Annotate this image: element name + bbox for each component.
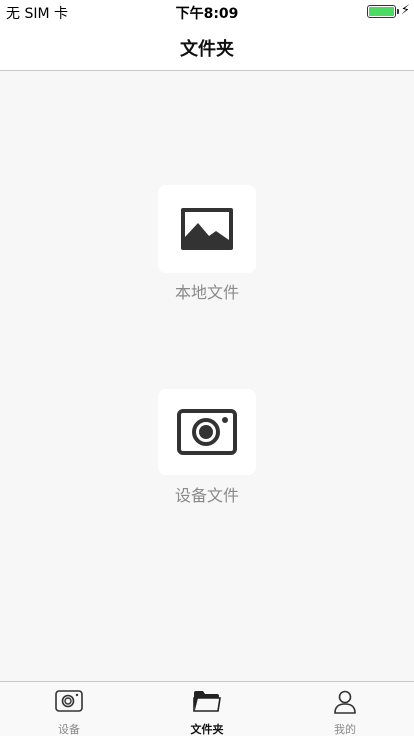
battery-level (369, 7, 394, 16)
status-time: 下午8:09 (175, 6, 239, 22)
tab-folder-label: 文件夹 (190, 723, 224, 736)
device-files-label: 设备文件 (174, 486, 239, 505)
bolt-icon: ⚡ (400, 3, 410, 18)
device-files-button[interactable] (158, 389, 256, 475)
tab-bar: 设备 文件夹 我的 (0, 681, 414, 736)
tab-mine[interactable]: 我的 (276, 682, 414, 736)
tab-mine-label: 我的 (334, 723, 356, 736)
tab-folder[interactable]: 文件夹 (138, 682, 276, 736)
status-bar: 无 SIM 卡 下午8:09 ⚡ (0, 0, 414, 24)
tab-device-label: 设备 (58, 723, 80, 736)
screen: 无 SIM 卡 下午8:09 ⚡ 文件夹 本地文件 设备文件 设备 文件夹 我的 (0, 0, 414, 736)
battery-cap (397, 9, 399, 14)
tab-device[interactable]: 设备 (0, 682, 138, 736)
camera-icon (177, 409, 237, 455)
local-files-label: 本地文件 (174, 283, 239, 302)
battery-icon (367, 5, 396, 18)
local-files-button[interactable] (158, 185, 256, 273)
navigation-bar: 文件夹 (0, 24, 414, 71)
image-icon (181, 208, 233, 250)
folder-icon (193, 691, 221, 712)
person-icon (334, 690, 356, 714)
camera-icon (55, 690, 83, 712)
page-title: 文件夹 (180, 39, 234, 60)
